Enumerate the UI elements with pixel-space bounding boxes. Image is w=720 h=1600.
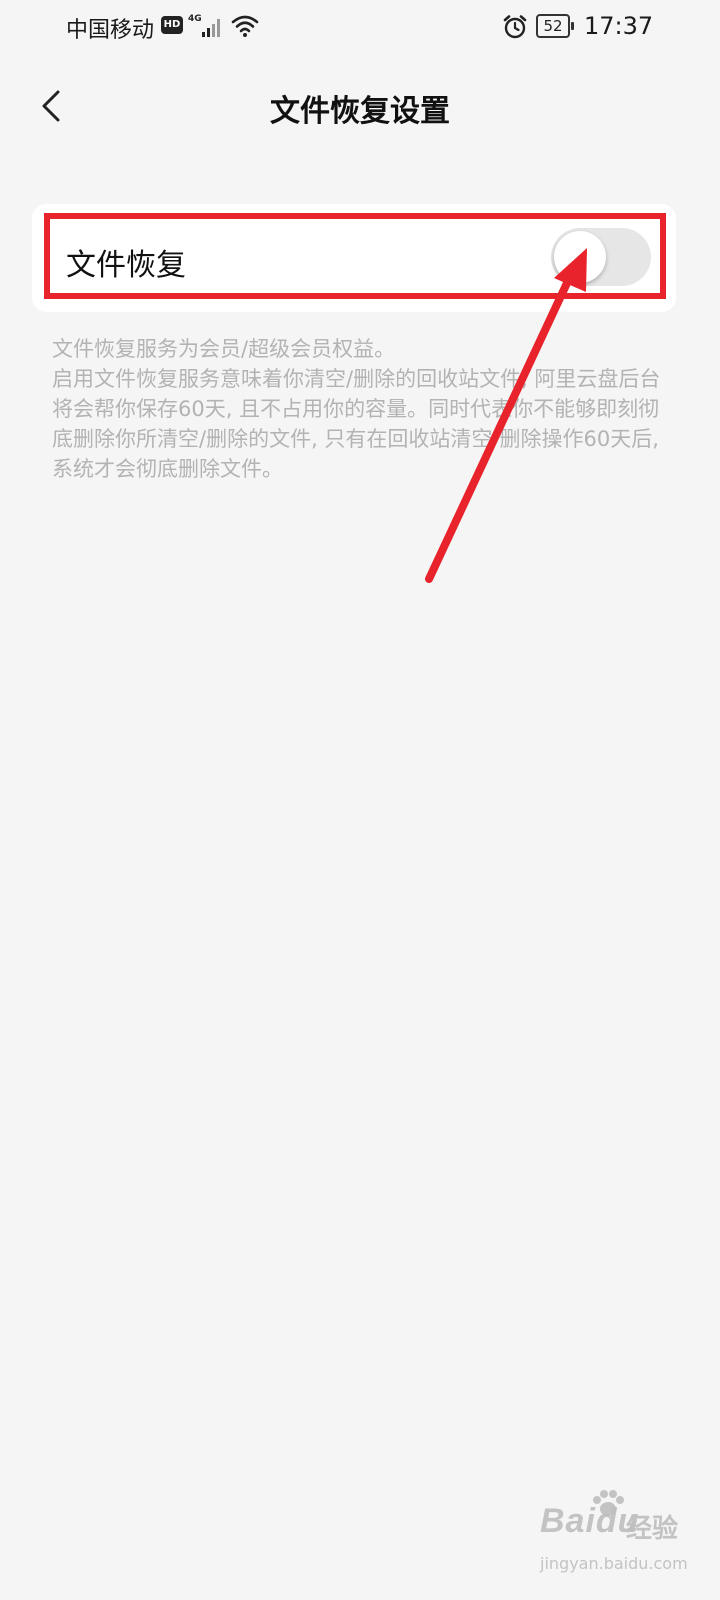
battery-icon: 52 [536, 14, 574, 38]
baidu-logo-text: Baidu [540, 1502, 640, 1540]
network-type-label: 4G [188, 14, 202, 24]
signal-icon: 4G [188, 14, 220, 37]
description-line-details: 启用文件恢复服务意味着你清空/删除的回收站文件, 阿里云盘后台将会帮你保存60天… [52, 367, 661, 481]
hd-badge: HD [161, 16, 183, 34]
annotation-highlight-box [44, 213, 666, 299]
jingyan-text: 经验 [626, 1514, 679, 1544]
wifi-icon [231, 15, 259, 37]
status-time: 17:37 [584, 12, 654, 40]
carrier-name: 中国移动 [66, 18, 155, 43]
description-line-membership: 文件恢复服务为会员/超级会员权益。 [52, 337, 396, 361]
navigation-bar: 文件恢复设置 [0, 72, 720, 140]
status-bar: 中国移动 HD 4G 52 17:37 [0, 0, 720, 54]
alarm-icon [503, 15, 527, 39]
watermark-url: jingyan.baidu.com [540, 1554, 688, 1573]
file-recovery-description: 文件恢复服务为会员/超级会员权益。 启用文件恢复服务意味着你清空/删除的回收站文… [52, 334, 664, 484]
baidu-jingyan-watermark: Baidu 经验 jingyan.baidu.com [530, 1488, 700, 1588]
page-title: 文件恢复设置 [270, 94, 450, 129]
